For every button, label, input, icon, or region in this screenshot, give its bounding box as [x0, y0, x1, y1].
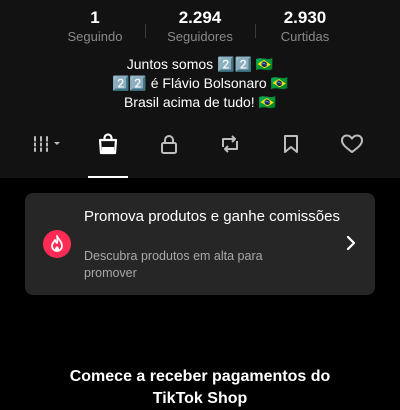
chevron-right-icon[interactable]: [345, 235, 357, 251]
heart-icon: [341, 134, 363, 153]
tab-favorites[interactable]: [271, 128, 311, 160]
tab-shop[interactable]: [88, 128, 128, 160]
profile-tabs: [0, 128, 400, 162]
bookmark-icon: [284, 135, 298, 153]
stat-following[interactable]: 1 Seguindo: [40, 8, 150, 45]
stat-followers[interactable]: 2.294 Seguidores: [145, 8, 255, 45]
videos-grid-icon: [33, 136, 60, 152]
promo-title: Promova produtos e ganhe comissões: [84, 208, 340, 225]
promo-card[interactable]: Promova produtos e ganhe comissões Descu…: [25, 193, 375, 295]
profile-stats: 1 Seguindo 2.294 Seguidores 2.930 Curtid…: [0, 8, 400, 48]
bio-line: Juntos somos 2️⃣2️⃣ 🇧🇷: [126, 56, 274, 72]
lock-icon: [161, 135, 177, 154]
tab-private[interactable]: [149, 128, 189, 160]
stat-likes-label: Curtidas: [280, 29, 330, 44]
bio-line: Brasil acima de tudo! 🇧🇷: [123, 94, 277, 110]
shopping-bag-icon: [98, 133, 118, 155]
profile-bio: Juntos somos 2️⃣2️⃣ 🇧🇷 2️⃣2️⃣ é Flávio B…: [0, 55, 400, 112]
stat-followers-value: 2.294: [178, 8, 222, 27]
promo-subtitle: Descubra produtos em alta para promover: [84, 249, 263, 280]
active-tab-indicator: [88, 176, 128, 178]
fire-icon: [51, 235, 63, 252]
tab-videos[interactable]: [28, 128, 72, 160]
tab-reposts[interactable]: [210, 128, 250, 160]
shop-heading-line: TikTok Shop: [152, 390, 248, 407]
stat-likes[interactable]: 2.930 Curtidas: [250, 8, 360, 45]
profile-header: 1 Seguindo 2.294 Seguidores 2.930 Curtid…: [0, 0, 400, 178]
tab-liked[interactable]: [332, 128, 372, 160]
bio-line: 2️⃣2️⃣ é Flávio Bolsonaro 🇧🇷: [111, 75, 289, 91]
stat-following-label: Seguindo: [67, 29, 123, 44]
shop-heading: Comece a receber pagamentos do TikTok Sh…: [0, 366, 400, 410]
promo-icon-badge: [43, 230, 71, 258]
stat-likes-value: 2.930: [283, 8, 327, 27]
repost-icon: [222, 135, 238, 153]
stat-followers-label: Seguidores: [167, 29, 233, 44]
stat-following-value: 1: [90, 8, 100, 27]
shop-heading-line: Comece a receber pagamentos do: [69, 368, 331, 385]
